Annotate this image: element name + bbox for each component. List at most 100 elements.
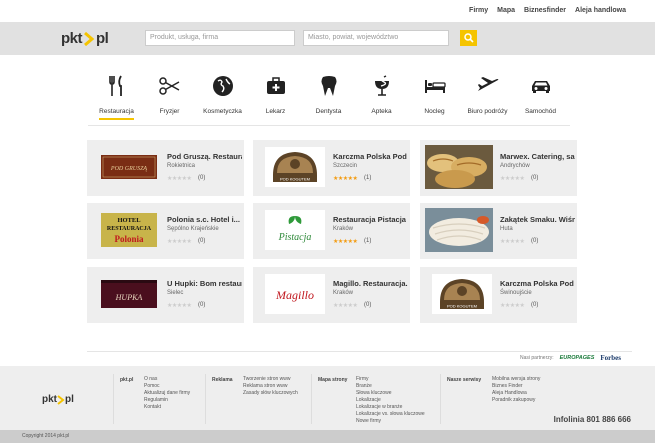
footer-link[interactable]: Słowa kluczowe (356, 390, 425, 397)
partners-row: Nasi partnerzy: EUROPAGES Forbes (520, 354, 621, 362)
category-kosmetyczka[interactable]: Kosmetyczka (196, 74, 249, 126)
footer-link[interactable]: Kontakt (144, 404, 190, 411)
footer-link[interactable]: Mobilna wersja strony (492, 376, 540, 383)
listing-thumbnail (425, 208, 493, 252)
footer-link[interactable]: Aktualizuj dane firmy (144, 390, 190, 397)
logo-text-right: pl (96, 30, 109, 47)
top-link-firmy[interactable]: Firmy (469, 7, 488, 14)
listing-thumbnail: Pistacja (265, 210, 325, 250)
search-button[interactable] (460, 30, 477, 46)
footer-link[interactable]: Zasady słów kluczowych (243, 390, 298, 397)
category-label: Apteka (371, 108, 392, 115)
footer: pkt pl pkt.pl O nas Pomoc Aktualizuj dan… (0, 366, 655, 430)
footer-link[interactable]: Pomoc (144, 383, 190, 390)
listing-card[interactable]: HOTEL RESTAURACJA Polonia Polonia s.c. Hot… (87, 203, 244, 259)
category-restauracja[interactable]: Restauracja (90, 74, 143, 126)
category-dentysta[interactable]: Dentysta (302, 74, 355, 126)
rating-stars: ★★★★★ (333, 303, 358, 309)
footer-link[interactable]: Reklama stron www (243, 383, 298, 390)
listing-card[interactable]: Pistacja Restauracja Pistacja Kraków ★★★… (253, 203, 410, 259)
rating-stars: ★★★★★ (167, 176, 192, 182)
listing-name[interactable]: Karczma Polska Pod K... (500, 279, 575, 288)
listing-name[interactable]: Magillo. Restauracja... (333, 279, 408, 288)
footer-col-title: pkt.pl (120, 377, 134, 383)
footer-link[interactable]: Branże (356, 383, 425, 390)
infolinia: Infolinia 801 886 666 (553, 415, 631, 424)
listing-card[interactable]: HUPKA U Hupki: Bom restaur... Sielec ★★★… (87, 267, 244, 323)
footer-links-reklama: Tworzenie stron www Reklama stron www Za… (243, 376, 298, 397)
footer-divider (205, 374, 206, 424)
svg-text:POD GRUSZĄ: POD GRUSZĄ (110, 166, 147, 172)
footer-links-serwisy: Mobilna wersja strony Biznes Finder Alej… (492, 376, 540, 404)
footer-link[interactable]: Lokalizacje (356, 397, 425, 404)
footer-logo[interactable]: pkt pl (42, 394, 74, 405)
listing-card[interactable]: POD KOGUTEM Karczma Polska Pod K... Świn… (420, 267, 577, 323)
footer-links-pkt: O nas Pomoc Aktualizuj dane firmy Regula… (144, 376, 190, 411)
category-apteka[interactable]: Apteka (355, 74, 408, 126)
footer-links-mapa: Firmy Branże Słowa kluczowe Lokalizacje … (356, 376, 425, 425)
svg-text:Pistacja: Pistacja (278, 232, 312, 243)
footer-link[interactable]: Tworzenie stron www (243, 376, 298, 383)
footer-link[interactable]: Lokalizacje w branże (356, 404, 425, 411)
listing-name[interactable]: Zakątek Smaku. Wiśni... (500, 215, 575, 224)
listing-city: Huta (500, 226, 513, 232)
category-fryzjer[interactable]: Fryzjer (143, 74, 196, 126)
footer-link[interactable]: Biznes Finder (492, 383, 540, 390)
search-where-input[interactable]: Miasto, powiat, województwo (303, 30, 449, 46)
listing-card[interactable]: POD KOGUTEM Karczma Polska Pod K... Szcz… (253, 140, 410, 196)
site-logo[interactable]: pkt pl (61, 30, 109, 47)
category-label: Lekarz (265, 108, 286, 115)
listing-name[interactable]: Karczma Polska Pod K... (333, 152, 408, 161)
svg-text:HOTEL: HOTEL (117, 217, 141, 224)
category-biuro-podrozy[interactable]: Biuro podróży (461, 74, 514, 126)
listing-thumbnail: POD GRUSZĄ (99, 147, 159, 187)
listing-thumbnail: POD KOGUTEM (432, 274, 492, 314)
rating-stars: ★★★★★ (333, 239, 358, 245)
search-what-input[interactable]: Produkt, usługa, firma (145, 30, 295, 46)
listing-name[interactable]: Marwex. Catering, sa... (500, 152, 575, 161)
top-link-mapa[interactable]: Mapa (497, 7, 515, 14)
logo-arrow-icon (84, 31, 95, 46)
footer-link[interactable]: Aleja Handlowa (492, 390, 540, 397)
listing-name[interactable]: Polonia s.c. Hotel i... (167, 215, 242, 224)
category-lekarz[interactable]: Lekarz (249, 74, 302, 126)
footer-link[interactable]: Firmy (356, 376, 425, 383)
top-link-biznesfinder[interactable]: Biznesfinder (524, 7, 566, 14)
category-label: Dentysta (315, 108, 342, 115)
footer-link[interactable]: Lokalizacje vs. słowa kluczowe (356, 411, 425, 418)
rating-count: (1) (364, 238, 372, 244)
listing-name[interactable]: U Hupki: Bom restaur... (167, 279, 242, 288)
footer-link[interactable]: Poradnik zakupowy (492, 397, 540, 404)
footer-link[interactable]: O nas (144, 376, 190, 383)
listing-card[interactable]: Magillo Magillo. Restauracja... Kraków ★… (253, 267, 410, 323)
listing-thumbnail: POD KOGUTEM (265, 147, 325, 187)
footer-link[interactable]: Regulamin (144, 397, 190, 404)
europages-logo[interactable]: EUROPAGES (560, 355, 595, 361)
rating-count: (0) (198, 175, 206, 181)
listing-card[interactable]: Marwex. Catering, sa... Andrychów ★★★★★ … (420, 140, 577, 196)
footer-link[interactable]: Nowe firmy (356, 418, 425, 425)
category-samochod[interactable]: Samochód (514, 74, 567, 126)
listing-city: Sępólno Krajeńskie (167, 226, 219, 232)
footer-logo-left: pkt (42, 394, 57, 405)
listing-thumbnail: HOTEL RESTAURACJA Polonia (99, 210, 159, 250)
forbes-logo[interactable]: Forbes (600, 354, 621, 362)
partners-label: Nasi partnerzy: (520, 355, 554, 361)
listing-name[interactable]: Restauracja Pistacja (333, 215, 408, 224)
listing-card[interactable]: Zakątek Smaku. Wiśni... Huta ★★★★★ (0) (420, 203, 577, 259)
footer-col-title: Nasze serwisy (447, 377, 482, 383)
category-divider (88, 125, 570, 126)
airplane-icon (476, 74, 500, 98)
copyright-text: Copyright 2014 pkt.pl (22, 433, 70, 439)
rating-count: (0) (531, 302, 539, 308)
top-link-aleja[interactable]: Aleja handlowa (575, 7, 626, 14)
category-bar: Restauracja Fryzjer Kosmetyczka Lekarz D… (90, 74, 570, 126)
rating-stars: ★★★★★ (500, 239, 525, 245)
rating-stars: ★★★★★ (500, 303, 525, 309)
listing-name[interactable]: Pod Gruszą. Restaura... (167, 152, 242, 161)
car-icon (529, 74, 553, 98)
listing-city: Kraków (333, 226, 354, 232)
category-nocleg[interactable]: Nocleg (408, 74, 461, 126)
svg-text:HUPKA: HUPKA (115, 293, 143, 302)
listing-card[interactable]: POD GRUSZĄ Pod Gruszą. Restaura... Rokie… (87, 140, 244, 196)
